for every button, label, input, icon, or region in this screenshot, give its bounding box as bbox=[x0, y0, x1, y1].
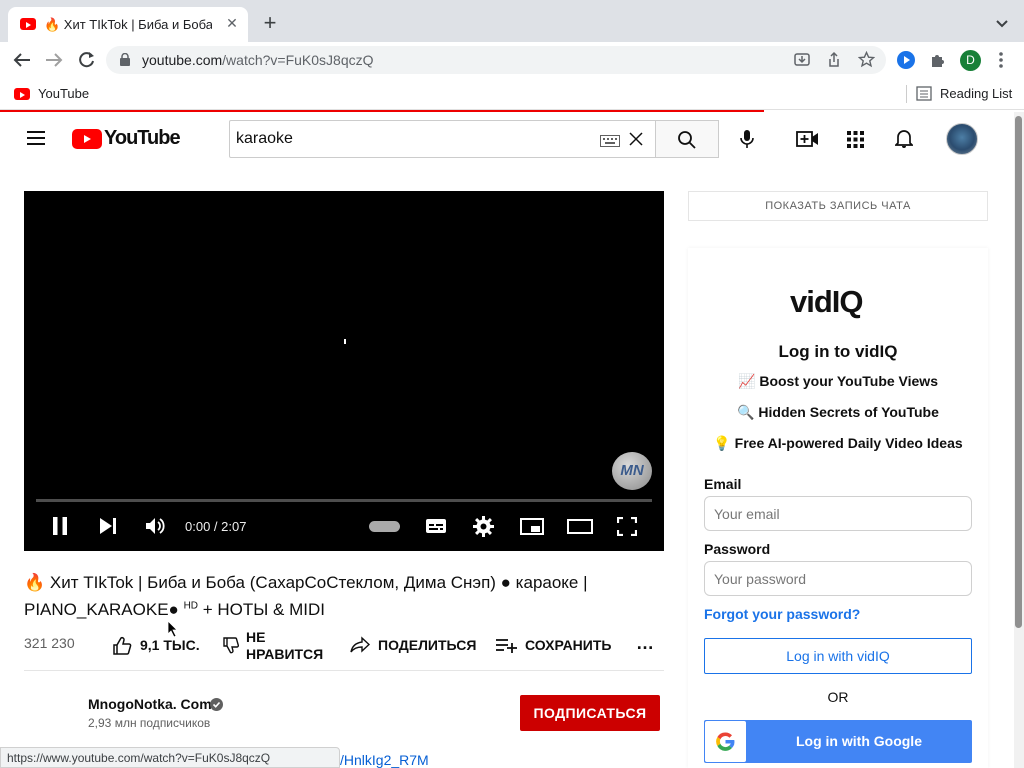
thumbs-down-icon bbox=[222, 636, 240, 654]
microphone-icon[interactable] bbox=[739, 129, 755, 149]
page-scrollbar-thumb[interactable] bbox=[1015, 116, 1022, 628]
install-app-icon[interactable] bbox=[794, 52, 810, 68]
tab-close-icon[interactable]: ✕ bbox=[224, 15, 240, 31]
forward-icon[interactable] bbox=[44, 51, 64, 69]
channel-watermark[interactable]: MN bbox=[612, 452, 652, 490]
subtitles-icon[interactable] bbox=[425, 518, 447, 534]
account-avatar[interactable] bbox=[946, 123, 978, 155]
autoplay-toggle[interactable] bbox=[369, 521, 400, 532]
tab-search-icon[interactable] bbox=[994, 15, 1010, 31]
video-player[interactable]: MN 0:00 / 2:07 bbox=[24, 191, 664, 551]
share-arrow-icon bbox=[350, 636, 371, 654]
notifications-bell-icon[interactable] bbox=[893, 128, 915, 149]
loading-indicator bbox=[344, 339, 346, 344]
settings-gear-icon[interactable] bbox=[473, 516, 494, 537]
more-actions-icon[interactable]: … bbox=[636, 633, 654, 654]
bookmark-youtube[interactable]: YouTube bbox=[38, 86, 89, 101]
email-label: Email bbox=[704, 476, 742, 492]
lock-icon bbox=[120, 52, 130, 66]
back-icon[interactable] bbox=[12, 51, 32, 69]
share-button[interactable]: ПОДЕЛИТЬСЯ bbox=[350, 634, 480, 658]
create-video-icon[interactable] bbox=[796, 130, 820, 148]
search-input[interactable]: karaoke bbox=[229, 120, 656, 158]
search-button[interactable] bbox=[655, 120, 719, 158]
vidiq-login-panel: vidIQ Log in to vidIQ 📈 Boost your YouTu… bbox=[688, 248, 988, 768]
vidiq-logo: vidIQ bbox=[790, 284, 864, 319]
youtube-logo[interactable]: YouTube bbox=[72, 127, 181, 150]
subscribe-button[interactable]: ПОДПИСАТЬСЯ bbox=[520, 695, 660, 731]
keyboard-icon[interactable] bbox=[600, 134, 620, 147]
view-count: 321 230 bbox=[24, 635, 75, 651]
youtube-bookmark-icon bbox=[14, 88, 30, 100]
email-field[interactable]: Your email bbox=[704, 496, 972, 531]
address-bar[interactable]: youtube.com/watch?v=FuK0sJ8qczQ bbox=[106, 46, 886, 74]
vidiq-feature-1: 📈 Boost your YouTube Views bbox=[738, 373, 938, 389]
apps-grid-icon[interactable] bbox=[847, 131, 864, 148]
search-icon bbox=[677, 130, 697, 150]
share-page-icon[interactable] bbox=[826, 51, 842, 68]
next-video-icon[interactable] bbox=[99, 518, 117, 534]
dislike-button[interactable]: НЕ НРАВИТСЯ bbox=[222, 628, 332, 664]
time-display: 0:00 / 2:07 bbox=[185, 519, 247, 534]
browser-tab[interactable]: 🔥 Хит TIkTok | Биба и Боба ( ✕ bbox=[8, 7, 248, 42]
volume-icon[interactable] bbox=[145, 517, 165, 535]
bookmarks-bar bbox=[0, 80, 1024, 110]
link-status-bubble: https://www.youtube.com/watch?v=FuK0sJ8q… bbox=[0, 747, 340, 768]
vidiq-feature-2: 🔍 Hidden Secrets of YouTube bbox=[737, 404, 939, 420]
mouse-cursor-icon bbox=[167, 620, 178, 638]
extension-play-icon[interactable] bbox=[897, 51, 915, 69]
profile-avatar[interactable]: D bbox=[960, 50, 981, 71]
description-link[interactable]: /HnlkIg2_R7M bbox=[340, 752, 429, 768]
password-field[interactable]: Your password bbox=[704, 561, 972, 596]
video-title-line2: PIANO_KARAOKE● HD + НОТЫ & MIDI bbox=[24, 600, 326, 619]
subscriber-count: 2,93 млн подписчиков bbox=[88, 716, 211, 730]
vidiq-login-button[interactable]: Log in with vidIQ bbox=[704, 638, 972, 674]
hamburger-menu-icon[interactable] bbox=[27, 131, 45, 145]
extensions-puzzle-icon[interactable] bbox=[929, 51, 947, 69]
thumbs-up-icon bbox=[112, 636, 132, 656]
tab-title: 🔥 Хит TIkTok | Биба и Боба ( bbox=[44, 17, 212, 32]
miniplayer-icon[interactable] bbox=[520, 518, 544, 535]
bookmarks-divider bbox=[906, 85, 907, 103]
pause-icon[interactable] bbox=[52, 517, 68, 535]
theater-mode-icon[interactable] bbox=[567, 519, 593, 534]
progress-bar[interactable] bbox=[36, 499, 652, 502]
save-button[interactable]: СОХРАНИТЬ bbox=[496, 634, 616, 658]
youtube-play-logo-icon bbox=[72, 129, 102, 149]
channel-name[interactable]: MnogoNotka. Com bbox=[88, 696, 212, 712]
vidiq-feature-3: 💡 Free AI-powered Daily Video Ideas bbox=[713, 435, 963, 451]
new-tab-icon[interactable]: + bbox=[260, 12, 280, 34]
google-logo-icon bbox=[705, 721, 746, 762]
forgot-password-link[interactable]: Forgot your password? bbox=[704, 606, 860, 622]
or-divider: OR bbox=[827, 689, 849, 705]
video-title-line1: 🔥 Хит TIkTok | Биба и Боба (СахарСоСтекл… bbox=[24, 573, 588, 592]
actions-divider bbox=[24, 670, 664, 671]
browser-menu-icon[interactable] bbox=[997, 51, 1005, 69]
reading-list-icon bbox=[916, 86, 932, 101]
google-login-button[interactable]: Log in with Google bbox=[704, 720, 972, 763]
show-chat-replay-button[interactable]: ПОКАЗАТЬ ЗАПИСЬ ЧАТА bbox=[688, 191, 988, 221]
clear-search-icon[interactable] bbox=[628, 131, 644, 147]
url-text: youtube.com/watch?v=FuK0sJ8qczQ bbox=[142, 52, 374, 68]
vidiq-heading: Log in to vidIQ bbox=[778, 342, 898, 361]
playlist-add-icon bbox=[496, 638, 518, 654]
like-button[interactable]: 9,1 ТЫС. bbox=[112, 634, 204, 658]
password-label: Password bbox=[704, 541, 771, 557]
fullscreen-icon[interactable] bbox=[616, 516, 638, 537]
reading-list-button[interactable]: Reading List bbox=[940, 86, 1012, 101]
youtube-favicon-icon bbox=[20, 18, 36, 30]
reload-icon[interactable] bbox=[77, 50, 97, 70]
verified-badge-icon bbox=[210, 698, 223, 711]
bookmark-star-icon[interactable] bbox=[857, 50, 876, 68]
